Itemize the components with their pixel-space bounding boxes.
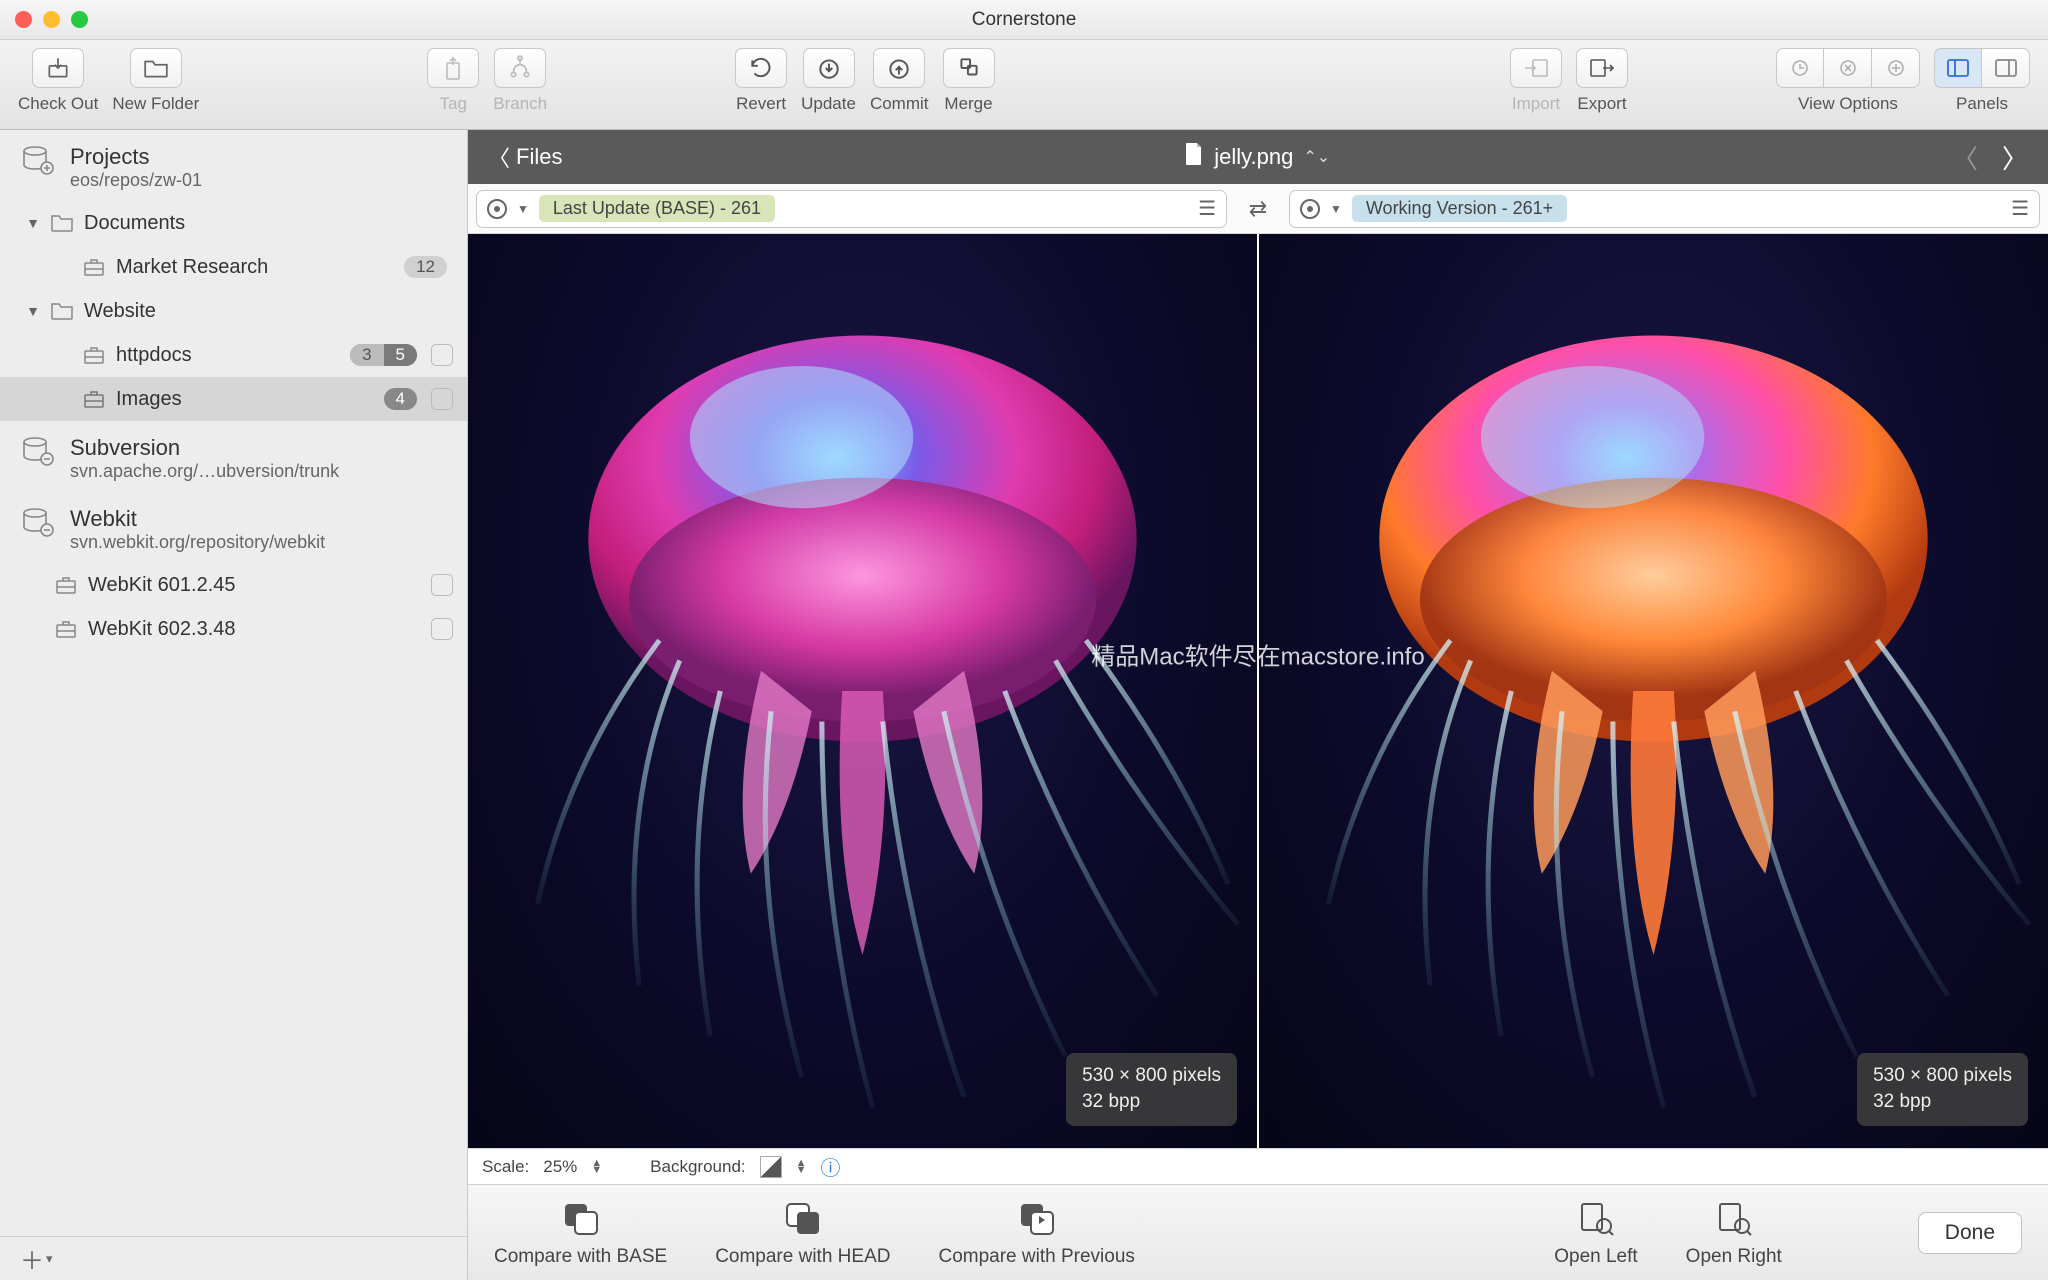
revert-button[interactable]: Revert (735, 48, 787, 114)
chevron-down-icon: ▼ (517, 202, 529, 216)
zoom-window-button[interactable] (71, 11, 88, 28)
image-right (1259, 234, 2048, 1148)
briefcase-icon (80, 345, 108, 365)
pane-right[interactable]: 530 × 800 pixels 32 bpp (1257, 234, 2048, 1148)
repo-subversion[interactable]: Subversion svn.apache.org/…ubversion/tru… (0, 421, 467, 492)
menu-icon[interactable]: ☰ (1198, 196, 1216, 221)
window-title: Cornerstone (972, 9, 1077, 31)
count-badge: 4 (384, 388, 417, 410)
briefcase-icon (80, 257, 108, 277)
panel-left[interactable] (1934, 48, 1982, 88)
server-icon (20, 144, 56, 176)
target-icon (487, 199, 507, 219)
repo-webkit[interactable]: Webkit svn.webkit.org/repository/webkit (0, 492, 467, 563)
titlebar: Cornerstone (0, 0, 2048, 40)
merge-button[interactable]: Merge (943, 48, 995, 114)
tree-website[interactable]: ▼ Website (0, 289, 467, 333)
tree-documents[interactable]: ▼ Documents (0, 201, 467, 245)
briefcase-icon (52, 619, 80, 639)
target-icon (1300, 199, 1320, 219)
panels-segment[interactable]: Panels (1934, 48, 2030, 114)
sidebar: Projects eos/repos/zw-01 ▼ Documents Mar… (0, 130, 468, 1280)
tag-button[interactable]: Tag (427, 48, 479, 114)
folder-icon (48, 213, 76, 233)
chevron-left-icon: 〈 (488, 141, 510, 173)
nav-prev[interactable]: 〈 (1952, 139, 1978, 176)
branch-button[interactable]: Branch (493, 48, 547, 114)
view-option-3[interactable] (1872, 48, 1920, 88)
swap-button[interactable]: ⇄ (1235, 196, 1281, 222)
disclosure-icon[interactable]: ▼ (26, 303, 40, 319)
view-option-1[interactable] (1776, 48, 1824, 88)
compare-viewport: 精品Mac软件尽在macstore.info 530 × 800 pixels … (468, 234, 2048, 1148)
scale-value: 25% (543, 1157, 577, 1177)
count-badge: 12 (404, 256, 447, 278)
panel-right[interactable] (1982, 48, 2030, 88)
repo-title: Projects (70, 144, 202, 170)
checkout-button[interactable]: Check Out (18, 48, 98, 114)
briefcase-icon (52, 575, 80, 595)
nav-next[interactable]: 〉 (2002, 139, 2028, 176)
commit-button[interactable]: Commit (870, 48, 929, 114)
folder-icon (48, 301, 76, 321)
checkbox[interactable] (431, 574, 453, 596)
compare-toolbar: Compare with BASE Compare with HEAD Comp… (468, 1184, 2048, 1280)
file-icon (1184, 142, 1204, 172)
image-info-right: 530 × 800 pixels 32 bpp (1857, 1053, 2028, 1126)
sidebar-add[interactable]: ＋▾ (0, 1236, 467, 1280)
open-left-button[interactable]: Open Left (1554, 1198, 1637, 1268)
checkbox[interactable] (431, 344, 453, 366)
bg-swatch[interactable] (760, 1156, 782, 1178)
path-bar: 〈 Files jelly.png ⌃⌄ 〈 〉 (468, 130, 2048, 184)
count-badge: 35 (350, 344, 417, 366)
minimize-window-button[interactable] (43, 11, 60, 28)
updown-icon[interactable]: ⌃⌄ (1303, 147, 1330, 167)
tree-market[interactable]: Market Research 12 (0, 245, 467, 289)
chevron-down-icon: ▼ (1330, 202, 1342, 216)
tree-httpdocs[interactable]: httpdocs 35 (0, 333, 467, 377)
export-button[interactable]: Export (1576, 48, 1628, 114)
repo-path: eos/repos/zw-01 (70, 170, 202, 191)
filename: jelly.png (1214, 144, 1293, 170)
wc-item[interactable]: WebKit 602.3.48 (0, 607, 467, 651)
briefcase-icon (80, 389, 108, 409)
scale-bar: Scale: 25% ▲▼ Background: ▲▼ ⓘ (468, 1148, 2048, 1184)
compare-head-button[interactable]: Compare with HEAD (715, 1198, 890, 1268)
checkbox[interactable] (431, 388, 453, 410)
checkbox[interactable] (431, 618, 453, 640)
server-icon (20, 506, 56, 538)
disclosure-icon[interactable]: ▼ (26, 215, 40, 231)
open-right-button[interactable]: Open Right (1686, 1198, 1782, 1268)
view-options-segment[interactable]: View Options (1776, 48, 1920, 114)
update-button[interactable]: Update (801, 48, 856, 114)
close-window-button[interactable] (15, 11, 32, 28)
menu-icon[interactable]: ☰ (2011, 196, 2029, 221)
bg-stepper[interactable]: ▲▼ (796, 1160, 807, 1174)
back-files[interactable]: 〈 Files (488, 141, 562, 173)
scale-stepper[interactable]: ▲▼ (591, 1160, 602, 1174)
image-info-left: 530 × 800 pixels 32 bpp (1066, 1053, 1237, 1126)
watermark-text: 精品Mac软件尽在macstore.info (1091, 637, 1424, 672)
view-option-2[interactable] (1824, 48, 1872, 88)
tree-images[interactable]: Images 4 (0, 377, 467, 421)
version-left[interactable]: ▼ Last Update (BASE) - 261 ☰ (476, 190, 1227, 228)
compare-base-button[interactable]: Compare with BASE (494, 1198, 667, 1268)
compare-prev-button[interactable]: Compare with Previous (938, 1198, 1134, 1268)
wc-item[interactable]: WebKit 601.2.45 (0, 563, 467, 607)
bg-label: Background: (650, 1157, 745, 1177)
content-area: 〈 Files jelly.png ⌃⌄ 〈 〉 ▼ Last Update (… (468, 130, 2048, 1280)
toolbar: Check Out New Folder Tag Branch Revert U… (0, 40, 2048, 130)
pane-left[interactable]: 530 × 800 pixels 32 bpp (468, 234, 1257, 1148)
done-button[interactable]: Done (1918, 1212, 2022, 1254)
image-left (468, 234, 1257, 1148)
scale-label: Scale: (482, 1157, 529, 1177)
newfolder-button[interactable]: New Folder (112, 48, 199, 114)
version-row: ▼ Last Update (BASE) - 261 ☰ ⇄ ▼ Working… (468, 184, 2048, 234)
info-icon[interactable]: ⓘ (821, 1152, 841, 1181)
version-right[interactable]: ▼ Working Version - 261+ ☰ (1289, 190, 2040, 228)
import-button[interactable]: Import (1510, 48, 1562, 114)
repo-projects[interactable]: Projects eos/repos/zw-01 (0, 130, 467, 201)
server-icon (20, 435, 56, 467)
